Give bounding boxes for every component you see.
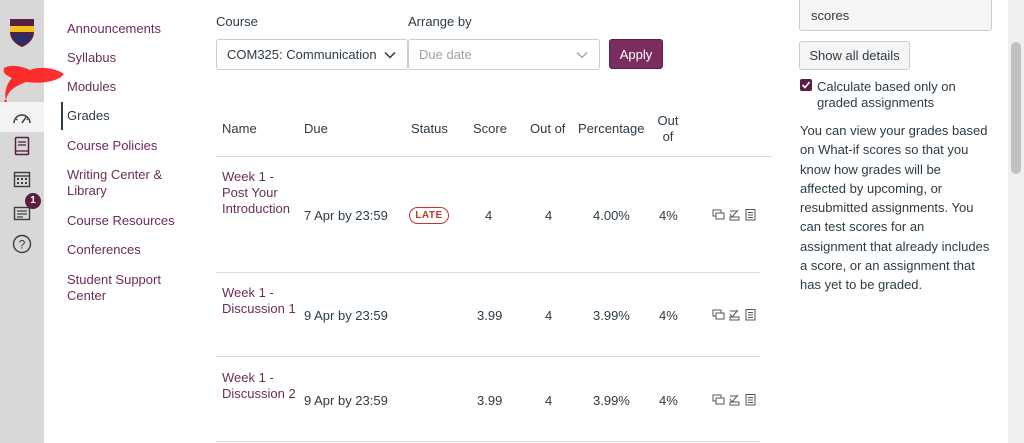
course-nav-course-resources[interactable]: Course Resources [67, 213, 207, 229]
course-nav-grades[interactable]: Grades [67, 108, 207, 124]
assignment-name-link[interactable]: Week 1 - Post Your Introduction [222, 169, 300, 217]
arrange-by-placeholder: Due date [419, 47, 472, 62]
scoring-details-icon[interactable] [728, 308, 741, 321]
column-header-percentage[interactable]: Percentage [578, 121, 645, 136]
column-header-score[interactable]: Score [473, 121, 507, 136]
column-header-due[interactable]: Due [304, 121, 328, 136]
assignment-name-link[interactable]: Week 1 - Discussion 2 [222, 370, 300, 402]
active-nav-indicator [61, 102, 63, 130]
column-header-status[interactable]: Status [411, 121, 448, 136]
out-of-value: 4 [545, 208, 553, 223]
graded-only-checkbox[interactable] [800, 79, 812, 91]
rubric-icon[interactable] [744, 308, 757, 321]
percentage-value: 3.99% [593, 308, 630, 323]
courses-nav-item[interactable] [0, 131, 44, 161]
course-nav-modules[interactable]: Modules [67, 79, 207, 95]
out-of-value: 4 [545, 308, 553, 323]
page-scrollbar[interactable] [1008, 0, 1024, 443]
scoring-details-icon[interactable] [728, 393, 741, 406]
book-icon [14, 136, 30, 156]
row-action-icons [712, 308, 757, 321]
due-date: 9 Apr by 23:59 [304, 308, 388, 323]
comments-icon[interactable] [712, 308, 725, 321]
rubric-icon[interactable] [744, 208, 757, 221]
chevron-down-icon [576, 51, 588, 58]
help-nav-item[interactable]: ? [0, 229, 44, 259]
comments-icon[interactable] [712, 393, 725, 406]
help-icon: ? [12, 234, 32, 254]
calendar-nav-item[interactable] [0, 164, 44, 194]
weight-value: 4% [659, 308, 678, 323]
course-select-value: COM325: Communication [227, 47, 377, 62]
due-date: 7 Apr by 23:59 [304, 208, 388, 223]
svg-text:?: ? [19, 238, 26, 252]
course-select[interactable]: COM325: Communication [216, 39, 408, 70]
out-of-value: 4 [545, 393, 553, 408]
course-nav-writing-center[interactable]: Writing Center & Library [67, 167, 177, 199]
row-action-icons [712, 393, 757, 406]
column-header-name[interactable]: Name [222, 121, 257, 136]
course-select-label: Course [216, 14, 258, 29]
column-header-weight-out-of[interactable]: Out of [654, 113, 682, 145]
what-if-help-text: You can view your grades based on What-i… [800, 123, 990, 293]
column-header-out-of[interactable]: Out of [530, 121, 565, 136]
global-nav-rail: 1 ? [0, 0, 64, 443]
scoring-details-icon[interactable] [728, 208, 741, 221]
course-navigation: Announcements Syllabus Modules Grades Co… [44, 0, 212, 443]
what-if-scores-box[interactable]: scores [799, 0, 992, 31]
late-status-badge: LATE [409, 207, 449, 224]
scrollbar-thumb[interactable] [1011, 42, 1021, 174]
row-divider [216, 441, 760, 442]
speedometer-icon [13, 114, 31, 124]
chevron-down-icon [384, 51, 396, 59]
rubric-icon[interactable] [744, 393, 757, 406]
due-date: 9 Apr by 23:59 [304, 393, 388, 408]
course-nav-syllabus[interactable]: Syllabus [67, 50, 207, 66]
weight-value: 4% [659, 393, 678, 408]
weight-value: 4% [659, 208, 678, 223]
graded-only-checkbox-label[interactable]: Calculate based only on graded assignmen… [817, 79, 997, 111]
arrange-by-label: Arrange by [408, 14, 472, 29]
checkmark-icon [801, 81, 811, 89]
arrange-by-select[interactable]: Due date [408, 39, 600, 70]
row-divider [216, 356, 760, 357]
course-nav-student-support[interactable]: Student Support Center [67, 272, 177, 304]
dashboard-nav-item[interactable] [0, 102, 44, 132]
percentage-value: 4.00% [593, 208, 630, 223]
inbox-unread-badge: 1 [25, 193, 41, 209]
comments-icon[interactable] [712, 208, 725, 221]
score-value: 3.99 [477, 393, 503, 408]
show-all-details-button[interactable]: Show all details [799, 41, 910, 70]
calendar-icon [13, 171, 31, 188]
course-nav-announcements[interactable]: Announcements [67, 21, 207, 37]
school-shield-logo[interactable] [9, 18, 35, 48]
score-value: 3.99 [477, 308, 503, 323]
score-value: 4 [485, 208, 493, 223]
apply-button[interactable]: Apply [609, 39, 663, 69]
course-nav-conferences[interactable]: Conferences [67, 242, 207, 258]
row-action-icons [712, 208, 757, 221]
course-nav-course-policies[interactable]: Course Policies [67, 138, 207, 154]
inbox-nav-item[interactable]: 1 [0, 193, 44, 227]
assignment-name-link[interactable]: Week 1 - Discussion 1 [222, 285, 300, 317]
header-divider [216, 156, 772, 157]
percentage-value: 3.99% [593, 393, 630, 408]
row-divider [216, 272, 760, 273]
